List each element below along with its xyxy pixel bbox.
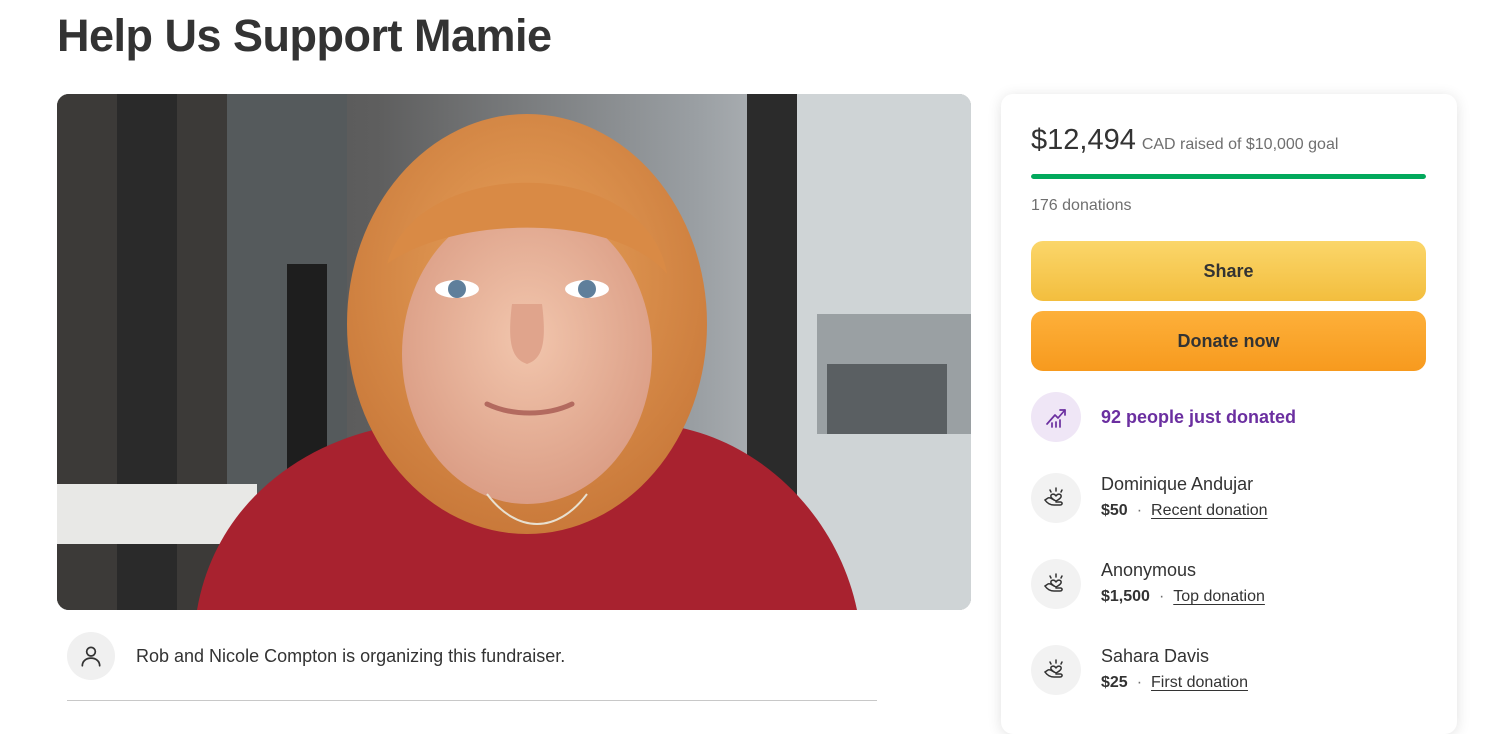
donation-item: Dominique Andujar $50 · Recent donation xyxy=(1031,472,1268,523)
recent-donation-link[interactable]: Recent donation xyxy=(1151,502,1268,519)
donor-name: Dominique Andujar xyxy=(1101,474,1254,494)
progress-bar xyxy=(1031,174,1426,179)
raised-amount: $12,494 xyxy=(1031,124,1136,156)
donation-sidebar: $12,494 CAD raised of $10,000 goal 176 d… xyxy=(1001,94,1457,734)
heart-hands-icon xyxy=(1031,558,1081,609)
donation-item: Sahara Davis $25 · First donation xyxy=(1031,644,1248,695)
raised-summary: $12,494 CAD raised of $10,000 goal xyxy=(1031,124,1338,157)
organizer-row: Rob and Nicole Compton is organizing thi… xyxy=(67,632,565,680)
recent-activity-row: 92 people just donated xyxy=(1031,392,1296,442)
donation-count: 176 donations xyxy=(1031,197,1132,214)
donate-now-button[interactable]: Donate now xyxy=(1031,311,1426,371)
donation-amount: $50 xyxy=(1101,502,1128,519)
donor-name: Sahara Davis xyxy=(1101,646,1210,666)
page-title: Help Us Support Mamie xyxy=(57,10,552,61)
organizer-text: Rob and Nicole Compton is organizing thi… xyxy=(136,645,566,666)
top-donation-link[interactable]: Top donation xyxy=(1173,588,1265,605)
divider xyxy=(67,700,877,701)
separator: · xyxy=(1158,588,1165,605)
trending-up-icon xyxy=(1031,392,1081,442)
separator: · xyxy=(1136,674,1143,691)
donor-name: Anonymous xyxy=(1101,560,1197,580)
donation-amount: $1,500 xyxy=(1101,588,1150,605)
raised-goal-text: CAD raised of $10,000 goal xyxy=(1141,136,1339,153)
hero-photo xyxy=(57,94,971,610)
share-button[interactable]: Share xyxy=(1031,241,1426,301)
user-outline-icon xyxy=(67,632,115,680)
first-donation-link[interactable]: First donation xyxy=(1151,674,1248,691)
progress-bar-fill xyxy=(1031,174,1426,179)
heart-hands-icon xyxy=(1031,472,1081,523)
recent-activity-text: 92 people just donated xyxy=(1101,406,1297,427)
donation-item: Anonymous $1,500 · Top donation xyxy=(1031,558,1265,609)
separator: · xyxy=(1136,502,1143,519)
heart-hands-icon xyxy=(1031,644,1081,695)
campaign-hero-image xyxy=(57,94,971,610)
donation-amount: $25 xyxy=(1101,674,1128,691)
